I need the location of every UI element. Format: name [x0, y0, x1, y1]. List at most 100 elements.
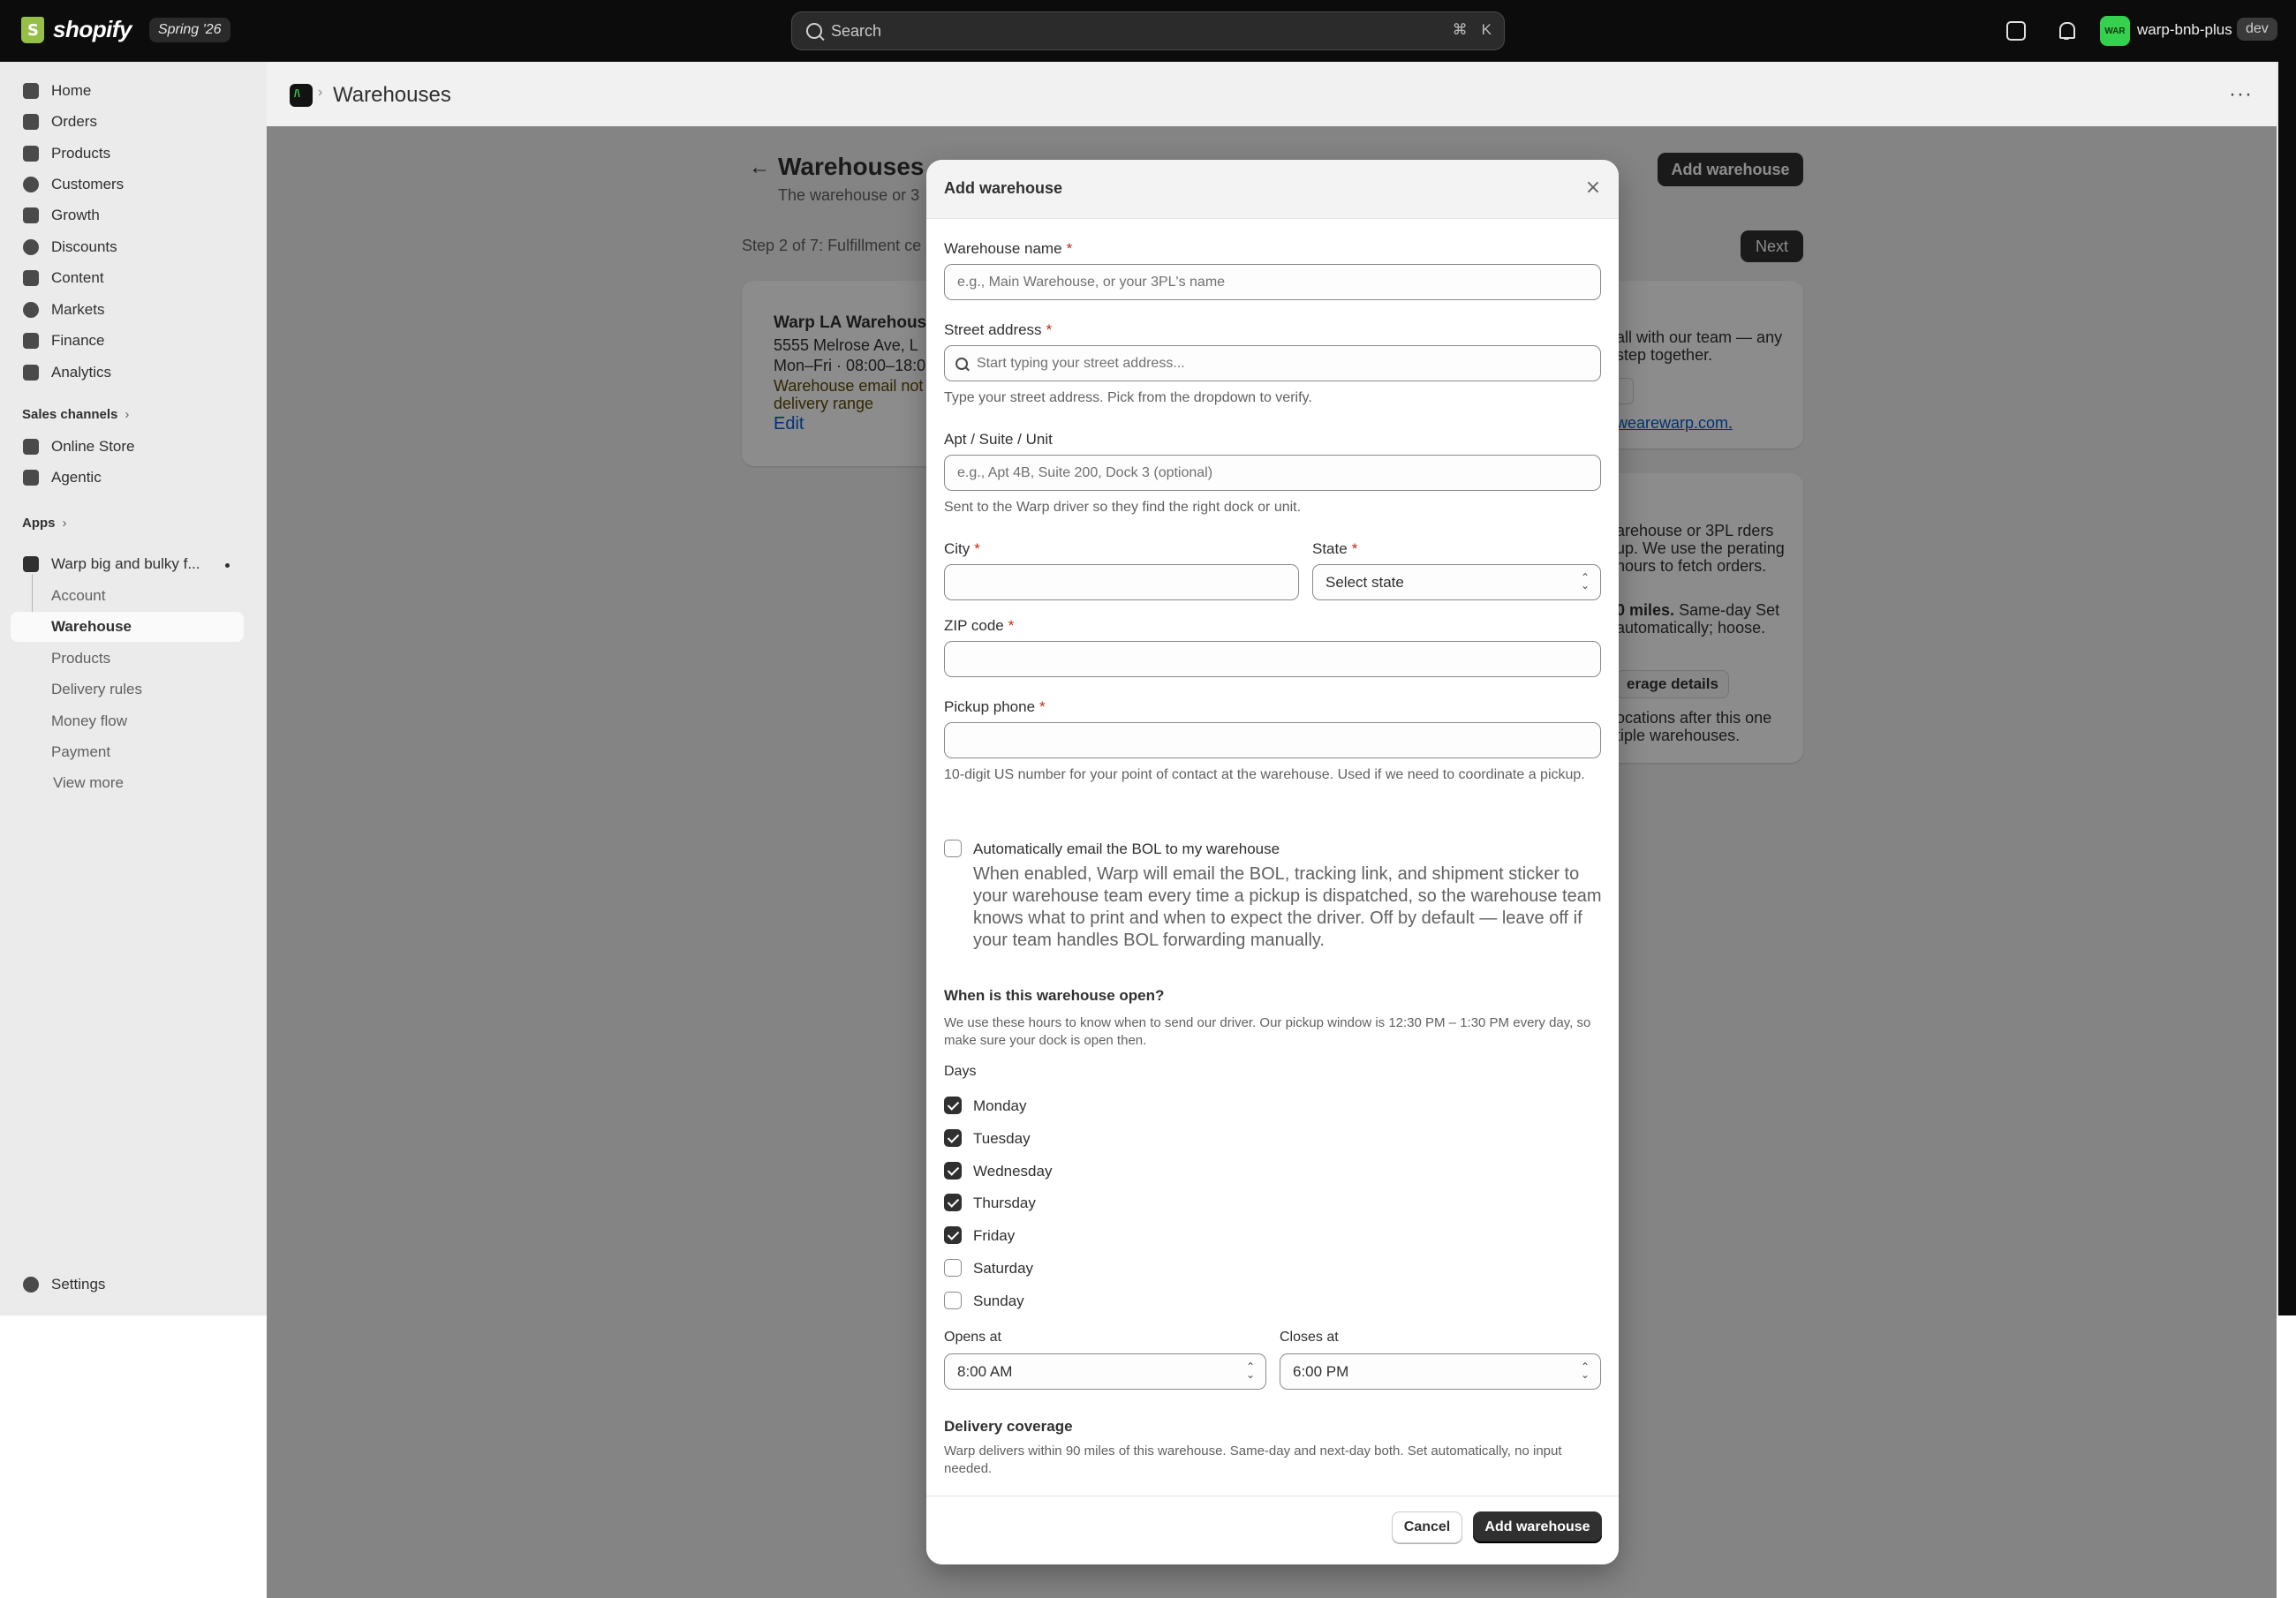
chevron-right-icon: › — [125, 407, 130, 422]
content-icon — [23, 270, 39, 286]
day-checkbox-friday[interactable] — [944, 1226, 962, 1244]
modal-title: Add warehouse — [944, 179, 1063, 197]
sidebar-subitem-payment[interactable]: Payment — [51, 737, 110, 767]
add-warehouse-button[interactable]: Add warehouse — [1473, 1511, 1602, 1543]
modal-header: Add warehouse × — [926, 160, 1619, 219]
sidebar-item-warp-app[interactable]: Warp big and bulky f... — [11, 549, 244, 579]
street-address-help: Type your street address. Pick from the … — [944, 390, 1312, 405]
warehouse-name-input[interactable] — [944, 264, 1601, 300]
search-icon — [955, 357, 968, 370]
state-select[interactable]: Select state ⌃ ⌄ — [1312, 564, 1601, 600]
orders-icon — [23, 114, 39, 130]
zip-input[interactable] — [944, 641, 1601, 677]
opens-at-select[interactable]: 8:00 AM ⌃ ⌄ — [944, 1353, 1266, 1390]
growth-icon — [23, 207, 39, 223]
pickup-phone-input[interactable] — [944, 722, 1601, 758]
sidebar-item-content[interactable]: Content — [11, 263, 244, 293]
close-icon[interactable]: × — [1581, 176, 1605, 200]
search-shortcut: ⌘ K — [1453, 21, 1492, 39]
day-checkbox-tuesday[interactable] — [944, 1129, 962, 1147]
sidebar-view-more[interactable]: View more — [53, 768, 124, 798]
sidebar-item-online-store[interactable]: Online Store — [11, 432, 244, 462]
command-key-icon: ⌘ — [1452, 21, 1468, 38]
opens-at-label: Opens at — [944, 1330, 1001, 1345]
pickup-phone-label: Pickup phone * — [944, 698, 1046, 715]
day-label-monday[interactable]: Monday — [973, 1097, 1026, 1115]
search-bar[interactable]: Search ⌘ K — [791, 11, 1505, 50]
opens-at-value: 8:00 AM — [957, 1362, 1013, 1380]
street-address-input[interactable] — [977, 355, 1590, 372]
release-badge[interactable]: Spring '26 — [148, 17, 230, 42]
gear-icon — [23, 1277, 39, 1293]
bol-email-label[interactable]: Automatically email the BOL to my wareho… — [973, 840, 1280, 858]
tag-icon — [23, 146, 39, 162]
shopify-logo[interactable]: shopify Spring '26 — [21, 16, 230, 43]
day-checkbox-monday[interactable] — [944, 1097, 962, 1114]
more-actions-icon[interactable]: ··· — [2229, 82, 2253, 107]
logo-text: shopify — [53, 16, 132, 42]
sidebar-item-discounts[interactable]: Discounts — [11, 232, 244, 262]
day-label-wednesday[interactable]: Wednesday — [973, 1163, 1052, 1180]
store-avatar[interactable]: WAR — [2100, 16, 2130, 46]
globe-icon — [23, 302, 39, 318]
select-arrows-icon: ⌃ ⌄ — [1580, 571, 1590, 592]
store-name[interactable]: warp-bnb-plus — [2137, 21, 2232, 39]
warp-app-icon[interactable] — [290, 84, 313, 107]
day-checkbox-thursday[interactable] — [944, 1194, 962, 1211]
home-icon — [23, 83, 39, 99]
closes-at-label: Closes at — [1280, 1330, 1339, 1345]
warp-app-icon — [23, 556, 39, 572]
sidebar-subitem-products[interactable]: Products — [51, 644, 110, 674]
sidebar-item-growth[interactable]: Growth — [11, 200, 244, 230]
shopify-bag-icon — [21, 16, 44, 43]
k-key: K — [1481, 21, 1492, 38]
apps-header[interactable]: Apps › — [22, 516, 67, 531]
env-badge: dev — [2237, 18, 2277, 41]
day-checkbox-saturday[interactable] — [944, 1259, 962, 1277]
sidebar-item-orders[interactable]: Orders — [11, 107, 244, 137]
sidebar-subitem-warehouse[interactable]: Warehouse — [51, 612, 132, 642]
day-label-friday[interactable]: Friday — [973, 1227, 1015, 1245]
days-label: Days — [944, 1064, 977, 1079]
sidebar-item-agentic[interactable]: Agentic — [11, 463, 244, 493]
warehouse-name-label: Warehouse name * — [944, 240, 1073, 257]
search-icon — [806, 23, 822, 39]
state-select-value: Select state — [1325, 573, 1404, 591]
sidebar-subitem-delivery-rules[interactable]: Delivery rules — [51, 675, 142, 705]
day-label-tuesday[interactable]: Tuesday — [973, 1130, 1031, 1148]
store-switcher-icon[interactable] — [2006, 21, 2026, 41]
sidebar-item-products[interactable]: Products — [11, 139, 244, 169]
sidebar-subitem-money-flow[interactable]: Money flow — [51, 706, 127, 736]
hours-section-title: When is this warehouse open? — [944, 987, 1165, 1004]
day-label-saturday[interactable]: Saturday — [973, 1260, 1033, 1278]
sidebar-subitem-account[interactable]: Account — [51, 581, 105, 611]
agentic-icon — [23, 470, 39, 486]
sidebar-item-finance[interactable]: Finance — [11, 326, 244, 356]
closes-at-select[interactable]: 6:00 PM ⌃ ⌄ — [1280, 1353, 1601, 1390]
day-label-thursday[interactable]: Thursday — [973, 1195, 1036, 1212]
state-label: State * — [1312, 540, 1358, 557]
pin-dot[interactable] — [225, 563, 230, 568]
select-arrows-icon: ⌃ ⌄ — [1245, 1361, 1255, 1381]
coverage-section-title: Delivery coverage — [944, 1418, 1073, 1435]
day-label-sunday[interactable]: Sunday — [973, 1293, 1024, 1310]
sidebar-item-settings[interactable]: Settings — [11, 1270, 244, 1300]
day-checkbox-sunday[interactable] — [944, 1292, 962, 1309]
select-arrows-icon: ⌃ ⌄ — [1580, 1361, 1590, 1381]
cancel-button[interactable]: Cancel — [1392, 1511, 1462, 1543]
city-input[interactable] — [944, 564, 1299, 600]
sales-channels-header[interactable]: Sales channels › — [22, 407, 129, 422]
day-checkbox-wednesday[interactable] — [944, 1162, 962, 1180]
pickup-phone-help: 10-digit US number for your point of con… — [944, 767, 1585, 782]
zip-label: ZIP code * — [944, 617, 1015, 634]
city-label: City * — [944, 540, 980, 557]
sidebar-item-customers[interactable]: Customers — [11, 170, 244, 200]
bol-email-checkbox[interactable] — [944, 840, 962, 857]
top-bar: shopify Spring '26 Search ⌘ K WAR warp-b… — [0, 0, 2296, 62]
apt-input[interactable] — [944, 455, 1601, 491]
sidebar-item-analytics[interactable]: Analytics — [11, 358, 244, 388]
sidebar-item-markets[interactable]: Markets — [11, 295, 244, 325]
street-address-field[interactable] — [944, 345, 1601, 381]
sidebar-item-home[interactable]: Home — [11, 76, 244, 106]
bell-icon[interactable] — [2057, 21, 2076, 41]
